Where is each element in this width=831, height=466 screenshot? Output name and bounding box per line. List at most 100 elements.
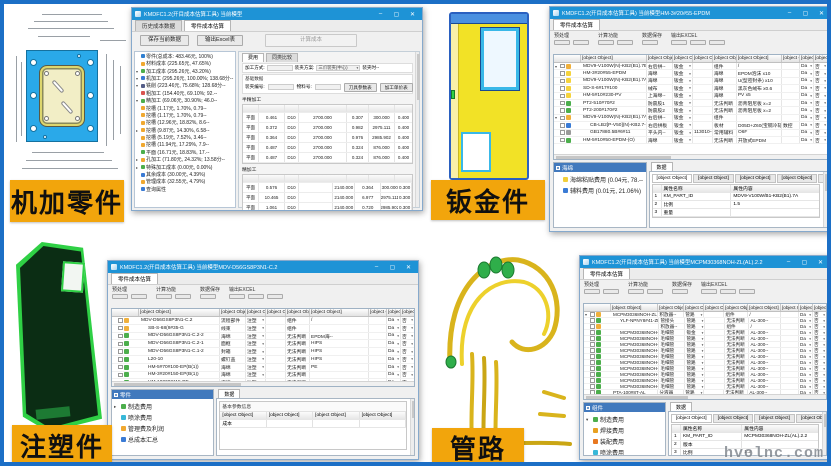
toolbar-button[interactable]	[200, 294, 216, 299]
unit-cell[interactable]: Da	[799, 384, 813, 389]
cost-item[interactable]: 总成本汇总	[114, 434, 211, 445]
tab-similar-compare[interactable]: 同类比较	[266, 53, 298, 62]
craft-type-cell[interactable]: 管路	[685, 342, 705, 347]
cost-tree-item[interactable]: 材料成本 (225.65元, 47.65%)	[136, 60, 234, 67]
row-checkbox[interactable]	[118, 365, 123, 370]
default-flag-cell[interactable]: 否	[813, 318, 826, 323]
default-flag-cell[interactable]: 否	[813, 312, 826, 317]
vertical-scrollbar[interactable]	[823, 172, 827, 227]
cost-tree-item[interactable]: ▸ 挖槽 (9.87元, 14.30%, 6.58--	[136, 127, 234, 134]
cost-tree-item[interactable]: ▾ 精加工 (69.06元, 30.90%; 46.0--	[136, 97, 234, 104]
craft-type-cell[interactable]: 钣金	[673, 63, 693, 69]
unit-cell[interactable]: Da	[800, 115, 814, 121]
tab-expense[interactable]: 费用	[242, 53, 264, 62]
column-header[interactable]	[347, 105, 369, 112]
craft-type-cell[interactable]: 管路	[685, 354, 705, 359]
default-flag-cell[interactable]: 否	[401, 364, 414, 371]
column-header[interactable]: [object Object]	[799, 304, 813, 311]
row-checkbox[interactable]	[118, 357, 123, 362]
default-flag-cell[interactable]: 否	[814, 122, 827, 128]
row-checkbox[interactable]	[560, 123, 565, 128]
default-flag-cell[interactable]: 否	[401, 325, 414, 332]
default-flag-cell[interactable]: 否	[814, 137, 827, 143]
row-checkbox[interactable]	[118, 342, 123, 347]
craft-type-cell[interactable]: 注塑	[246, 348, 266, 355]
expand-icon[interactable]: ▸	[136, 128, 140, 133]
expand-icon[interactable]: ▸	[136, 165, 140, 170]
table-row[interactable]: HM-5#70#100-EP(B(1)) 海绵 注塑 无法判断 PE Da 否	[112, 364, 414, 372]
unit-cell[interactable]: Da	[387, 348, 401, 355]
craft-type-cell[interactable]: 管路	[685, 372, 705, 377]
craft-type-cell[interactable]: 注塑	[246, 340, 266, 347]
table-row[interactable]: HM-5#10#50-EPDM-(O) 海绵 钣金 无法判断 开放式EPDM D…	[554, 137, 827, 144]
default-flag-cell[interactable]: 否	[813, 360, 826, 365]
column-header[interactable]	[243, 105, 259, 112]
cost-item[interactable]: 喷涂费用	[114, 412, 211, 423]
row-checkbox[interactable]	[590, 342, 595, 347]
default-flag-cell[interactable]: 否	[813, 384, 826, 389]
close-button[interactable]: ✕	[406, 11, 419, 18]
column-header[interactable]: [object Object]	[673, 55, 693, 62]
column-header[interactable]	[369, 175, 395, 182]
craft-type-cell[interactable]: 管路	[684, 312, 704, 317]
column-header[interactable]	[243, 175, 259, 182]
row-checkbox[interactable]	[118, 318, 123, 323]
vertical-scrollbar[interactable]	[415, 52, 419, 207]
default-flag-cell[interactable]: 否	[814, 93, 827, 99]
expand-icon[interactable]: ▾	[136, 69, 140, 74]
row-checkbox[interactable]	[590, 360, 595, 365]
column-header[interactable]: [object Object]	[748, 304, 781, 311]
unit-cell[interactable]: Da	[387, 333, 401, 340]
default-flag-cell[interactable]: 否	[814, 70, 827, 76]
table-row[interactable]: 平面 0.461 D10 2700.000 0.307 300.000 0.40…	[243, 113, 412, 123]
calculate-cost-button[interactable]: 计算成本	[265, 34, 357, 47]
craft-type-cell[interactable]: 钣金	[685, 330, 705, 335]
column-header[interactable]	[285, 105, 299, 112]
craft-type-cell[interactable]: 管路	[685, 384, 705, 389]
maximize-button[interactable]: ▢	[386, 264, 399, 271]
column-header[interactable]: [object Object]	[286, 309, 310, 316]
toolbar-button[interactable]	[584, 289, 600, 294]
row-checkbox[interactable]	[560, 64, 565, 69]
property-row[interactable]: 3 重量	[653, 209, 820, 217]
clamp-number-value[interactable]	[268, 84, 294, 90]
unit-cell[interactable]: Da	[799, 312, 813, 317]
row-checkbox[interactable]	[590, 378, 595, 383]
detail-subtab[interactable]: [object Object]	[652, 174, 693, 183]
craft-type-cell[interactable]: 管路	[685, 336, 705, 341]
default-flag-cell[interactable]: 否	[813, 336, 826, 341]
row-checkbox[interactable]	[118, 326, 123, 331]
expand-icon[interactable]: ▾	[136, 83, 140, 88]
minimize-button[interactable]: –	[783, 10, 796, 16]
toolbar-button[interactable]	[647, 289, 663, 294]
table-row[interactable]: 平面 0.372 D10 2700.000 0.982 2975.111 0.4…	[243, 123, 412, 133]
default-flag-cell[interactable]: 否	[813, 354, 826, 359]
table-row[interactable]: SD-S-6#17#100 绒布 钣金 海绵 黑灰色绒布 x0.6 Da 否	[554, 85, 827, 92]
expand-icon[interactable]: ▾	[555, 64, 559, 69]
toolbar-button[interactable]	[131, 294, 147, 299]
row-checkbox[interactable]	[590, 384, 595, 389]
toolbar-button[interactable]	[628, 289, 644, 294]
table-row[interactable]: PT2-510#70#2 防震胶1 钣金 无法判断 沥青阻尼板 x=2 Da 否	[554, 100, 827, 107]
table-row[interactable]: 平面 0.364 D10 2700.000 0.976 2985.902 0.4…	[243, 133, 412, 143]
horizontal-scrollbar[interactable]	[112, 381, 414, 386]
craft-type-cell[interactable]: 钣金	[673, 100, 693, 106]
row-checkbox[interactable]	[560, 138, 565, 143]
row-checkbox[interactable]	[560, 94, 565, 99]
cost-item[interactable]: 海绵粘贴费用 (0.04元, 78.--	[556, 174, 644, 185]
craft-type-cell[interactable]: 钣金	[673, 130, 693, 136]
cost-tree-item[interactable]: 挖槽 (1.17元, 1.70%, 0.79--	[136, 112, 234, 119]
cost-tree-item[interactable]: 平面 (16.71元, 18.83%, 17.--	[136, 149, 234, 156]
cost-item[interactable]: ▸ 制造费用	[114, 401, 211, 412]
row-checkbox[interactable]	[590, 372, 595, 377]
cost-tree-item[interactable]: 粗加工 (154.40元, 69.10%; 92.--	[136, 90, 234, 97]
column-header[interactable]: [object Object]	[266, 309, 286, 316]
table-row[interactable]: CB-LB2[P-V50](N)-KB2.7-1 右后拼板 钣金 板材 D05D…	[554, 122, 827, 129]
toolbar-button[interactable]	[175, 294, 191, 299]
unit-cell[interactable]: Da	[799, 348, 813, 353]
table-row[interactable]: ▾ MDV9-V100W(N)-KB2(B1).7B 右后拼-- 钣金 组件 /…	[554, 63, 827, 70]
craft-type-cell[interactable]: 钣金	[673, 115, 693, 121]
close-button[interactable]: ✕	[402, 264, 415, 271]
unit-cell[interactable]: Da	[800, 78, 814, 84]
default-flag-cell[interactable]: 否	[401, 348, 414, 355]
